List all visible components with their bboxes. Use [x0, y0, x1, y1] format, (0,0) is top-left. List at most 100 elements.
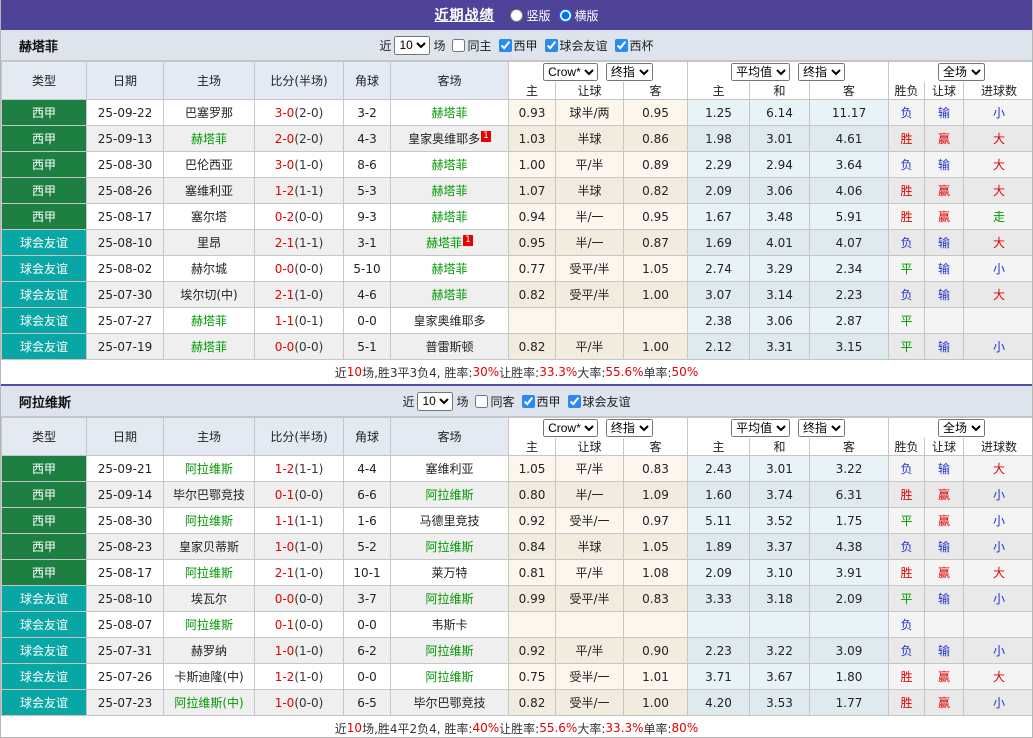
- league-filter-laliga[interactable]: 西甲: [518, 393, 561, 410]
- half-time-score: (1-1): [294, 184, 323, 198]
- away-team-name[interactable]: 阿拉维斯: [425, 488, 473, 502]
- home-team-cell: 毕尔巴鄂竞技: [164, 482, 255, 508]
- league-filter-copa[interactable]: 西杯: [611, 37, 654, 54]
- match-count-select[interactable]: 10: [417, 392, 453, 411]
- home-team-name[interactable]: 赫塔菲: [191, 314, 227, 328]
- vertical-layout-option[interactable]: 竖版: [510, 7, 550, 24]
- near-label: 近: [402, 393, 414, 410]
- away-team-name[interactable]: 赫塔菲: [431, 184, 467, 198]
- euro-home-odds-cell: 2.09: [688, 178, 750, 204]
- away-red-card-badge: 1: [481, 131, 491, 142]
- away-team-name[interactable]: 阿拉维斯: [425, 644, 473, 658]
- home-team-name[interactable]: 埃瓦尔: [191, 592, 227, 606]
- friendly-label: 球会友谊: [560, 37, 608, 54]
- handicap-home-odds-cell: 0.95: [509, 230, 556, 256]
- friendly-checkbox[interactable]: [568, 395, 581, 408]
- euro-source-select[interactable]: 平均值: [731, 63, 790, 81]
- away-team-name[interactable]: 毕尔巴鄂竞技: [413, 696, 485, 710]
- away-team-name[interactable]: 赫塔菲: [431, 106, 467, 120]
- home-team-name[interactable]: 毕尔巴鄂竞技: [173, 488, 245, 502]
- horizontal-layout-option[interactable]: 横版: [559, 7, 599, 24]
- copa-checkbox[interactable]: [615, 39, 628, 52]
- col-handicap-line: 让球: [556, 438, 624, 456]
- copa-label: 西杯: [630, 37, 654, 54]
- handicap-home-odds-cell: 0.93: [509, 100, 556, 126]
- half-time-score: (0-0): [294, 340, 323, 354]
- home-team-name[interactable]: 阿拉维斯(中): [174, 696, 243, 710]
- home-team-name[interactable]: 赫尔城: [191, 262, 227, 276]
- away-team-name[interactable]: 赫塔菲: [431, 262, 467, 276]
- away-team-name[interactable]: 马德里竞技: [419, 514, 479, 528]
- handicap-source-select[interactable]: Crow*: [543, 419, 598, 437]
- euro-home-odds-cell: 2.12: [688, 334, 750, 360]
- league-filter-laliga[interactable]: 西甲: [495, 37, 538, 54]
- euro-home-odds-cell: [688, 612, 750, 638]
- league-filter-friendly[interactable]: 球会友谊: [541, 37, 608, 54]
- scope-select[interactable]: 全场: [938, 63, 985, 81]
- home-team-name[interactable]: 阿拉维斯: [185, 514, 233, 528]
- away-team-name[interactable]: 韦斯卡: [431, 618, 467, 632]
- euro-time-select[interactable]: 终指: [798, 419, 845, 437]
- summary-part: 让胜率:: [499, 364, 539, 381]
- away-team-name[interactable]: 赫塔菲: [431, 210, 467, 224]
- away-team-name[interactable]: 塞维利亚: [425, 462, 473, 476]
- win-lose-result-cell: 胜: [889, 178, 925, 204]
- home-team-name[interactable]: 赫塔菲: [191, 132, 227, 146]
- home-team-name[interactable]: 阿拉维斯: [185, 462, 233, 476]
- date-cell: 25-08-10: [87, 586, 164, 612]
- home-team-name[interactable]: 皇家贝蒂斯: [179, 540, 239, 554]
- away-team-name[interactable]: 赫塔菲: [431, 158, 467, 172]
- away-team-name[interactable]: 赫塔菲: [431, 288, 467, 302]
- home-team-name[interactable]: 塞维利亚: [185, 184, 233, 198]
- horizontal-layout-radio[interactable]: [559, 9, 572, 22]
- half-time-score: (1-1): [294, 236, 323, 250]
- goals-result-cell: 大: [964, 456, 1033, 482]
- laliga-checkbox[interactable]: [499, 39, 512, 52]
- handicap-time-select[interactable]: 终指: [606, 419, 653, 437]
- away-team-name[interactable]: 皇家奥维耶多: [408, 132, 480, 146]
- away-team-cell: 皇家奥维耶多1: [391, 126, 509, 152]
- scope-select[interactable]: 全场: [938, 419, 985, 437]
- home-team-name[interactable]: 塞尔塔: [191, 210, 227, 224]
- home-team-name[interactable]: 巴塞罗那: [185, 106, 233, 120]
- goals-result-cell: [964, 612, 1033, 638]
- same-venue-filter[interactable]: 同主: [448, 37, 491, 54]
- home-team-name[interactable]: 埃尔切(中): [180, 288, 237, 302]
- away-team-name[interactable]: 莱万特: [431, 566, 467, 580]
- handicap-source-select[interactable]: Crow*: [543, 63, 598, 81]
- euro-source-select[interactable]: 平均值: [731, 419, 790, 437]
- away-team-name[interactable]: 皇家奥维耶多: [413, 314, 485, 328]
- away-team-name[interactable]: 阿拉维斯: [425, 540, 473, 554]
- home-team-name[interactable]: 里昂: [197, 236, 221, 250]
- home-team-name[interactable]: 赫罗纳: [191, 644, 227, 658]
- goals-result-cell: 小: [964, 256, 1033, 282]
- handicap-away-odds-cell: 0.95: [624, 100, 688, 126]
- col-home: 主场: [164, 418, 255, 456]
- euro-away-odds-cell: 4.61: [810, 126, 889, 152]
- home-team-name[interactable]: 卡斯迪隆(中): [174, 670, 243, 684]
- competition-type-cell: 西甲: [2, 126, 87, 152]
- home-team-cell: 赫罗纳: [164, 638, 255, 664]
- home-team-name[interactable]: 巴伦西亚: [185, 158, 233, 172]
- home-team-name[interactable]: 阿拉维斯: [185, 566, 233, 580]
- handicap-away-odds-cell: 1.05: [624, 256, 688, 282]
- same-venue-checkbox[interactable]: [475, 395, 488, 408]
- away-team-name[interactable]: 阿拉维斯: [425, 670, 473, 684]
- laliga-checkbox[interactable]: [522, 395, 535, 408]
- vertical-layout-radio[interactable]: [510, 9, 523, 22]
- col-goals: 进球数: [964, 438, 1033, 456]
- euro-away-odds-cell: 3.09: [810, 638, 889, 664]
- match-count-select[interactable]: 10: [394, 36, 430, 55]
- away-team-name[interactable]: 普雷斯顿: [425, 340, 473, 354]
- away-team-name[interactable]: 赫塔菲: [426, 236, 462, 250]
- home-team-name[interactable]: 赫塔菲: [191, 340, 227, 354]
- same-venue-filter[interactable]: 同客: [471, 393, 514, 410]
- win-lose-result-cell: 胜: [889, 482, 925, 508]
- handicap-time-select[interactable]: 终指: [606, 63, 653, 81]
- friendly-checkbox[interactable]: [545, 39, 558, 52]
- league-filter-friendly[interactable]: 球会友谊: [564, 393, 631, 410]
- home-team-name[interactable]: 阿拉维斯: [185, 618, 233, 632]
- away-team-name[interactable]: 阿拉维斯: [425, 592, 473, 606]
- same-venue-checkbox[interactable]: [452, 39, 465, 52]
- euro-time-select[interactable]: 终指: [798, 63, 845, 81]
